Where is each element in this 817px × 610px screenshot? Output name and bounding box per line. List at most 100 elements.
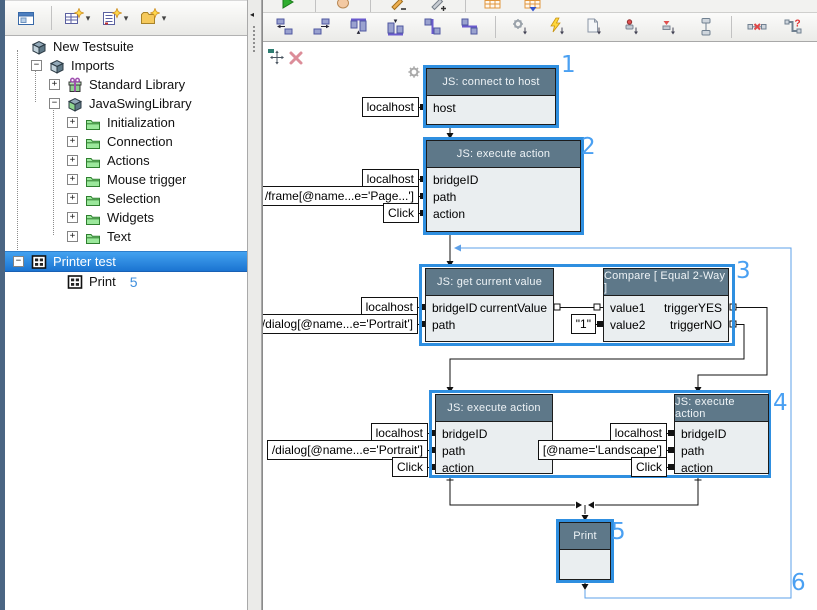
- port-triggerno[interactable]: triggerNO: [670, 317, 722, 334]
- input-value-box[interactable]: Click: [383, 203, 419, 223]
- expand-toggle-icon[interactable]: +: [49, 79, 60, 90]
- input-value-box[interactable]: localhost: [362, 97, 419, 117]
- port-bridgeid[interactable]: bridgeID: [433, 172, 478, 189]
- dropdown-caret-icon[interactable]: ▾: [124, 13, 129, 24]
- insert-gear-button[interactable]: [505, 14, 537, 40]
- folder-icon: [85, 134, 101, 150]
- tree-item-selection[interactable]: + Selection: [5, 189, 247, 208]
- node-js-connect-to-host[interactable]: JS: connect to host host: [426, 68, 556, 125]
- tree-item-javaswinglibrary[interactable]: −JavaSwingLibrary: [5, 94, 247, 113]
- expand-toggle-icon[interactable]: +: [67, 231, 78, 242]
- tree-item-widgets[interactable]: +Widgets: [5, 208, 247, 227]
- new-sequence-button[interactable]: ▾: [98, 4, 132, 32]
- input-value-box[interactable]: Click: [392, 457, 428, 477]
- insert-marker-button[interactable]: [653, 14, 685, 40]
- port-path[interactable]: path: [433, 189, 456, 206]
- toolbar-separator: [465, 0, 466, 13]
- port-value1[interactable]: value1: [610, 300, 645, 317]
- port-path[interactable]: path: [442, 443, 465, 460]
- splitter-grip: [253, 26, 257, 52]
- new-group-button[interactable]: ▾: [136, 4, 170, 32]
- align-bottom-button[interactable]: [380, 14, 412, 40]
- expand-toggle-icon[interactable]: +: [67, 174, 78, 185]
- tree-item-imports[interactable]: − Imports: [5, 56, 247, 75]
- workflow-canvas[interactable]: JS: connect to host host localhost 1 JS:…: [263, 42, 817, 610]
- table-button[interactable]: [476, 0, 510, 13]
- port-triggeryes[interactable]: triggerYES: [664, 300, 722, 317]
- port-action[interactable]: action: [433, 206, 465, 223]
- align-top-button[interactable]: [343, 14, 375, 40]
- edit-add-button[interactable]: [421, 0, 455, 13]
- align-left-button[interactable]: [269, 14, 301, 40]
- panel-splitter[interactable]: ◂: [247, 0, 262, 610]
- table-import-button[interactable]: [516, 0, 550, 13]
- expand-toggle-icon[interactable]: +: [67, 136, 78, 147]
- node-js-execute-action-4b[interactable]: JS: execute action bridgeID path action: [674, 394, 769, 474]
- node-title: JS: connect to host: [427, 69, 555, 96]
- node-compare-equal-2way[interactable]: Compare [ Equal 2-Way ] value1triggerYES…: [603, 268, 729, 342]
- tree-item-initialization[interactable]: +Initialization: [5, 113, 247, 132]
- hand-button[interactable]: [326, 0, 360, 13]
- port-action[interactable]: action: [681, 460, 713, 477]
- tree-item-label: Imports: [71, 58, 114, 73]
- expand-toggle-icon[interactable]: +: [67, 193, 78, 204]
- move-tool-icon[interactable]: [267, 48, 285, 71]
- tree-item-mouse-trigger[interactable]: +Mouse trigger: [5, 170, 247, 189]
- splitter-collapse-icon[interactable]: ◂: [250, 10, 254, 19]
- port-bridgeid[interactable]: bridgeID: [681, 426, 726, 443]
- edit-remove-button[interactable]: [381, 0, 415, 13]
- input-value-box[interactable]: /dialog[@name...e='Portrait']: [263, 314, 418, 334]
- port-value2[interactable]: value2: [610, 317, 645, 334]
- port-currentvalue[interactable]: currentValue: [480, 300, 547, 317]
- tree-item-printer-test[interactable]: −Printer test: [5, 251, 247, 272]
- expand-toggle-icon[interactable]: +: [67, 155, 78, 166]
- tree-item-print[interactable]: Print5: [5, 272, 247, 291]
- insert-page-button[interactable]: [579, 14, 611, 40]
- dropdown-caret-icon[interactable]: ▾: [86, 13, 91, 24]
- align-center-h-button[interactable]: [417, 14, 449, 40]
- port-bridgeid[interactable]: bridgeID: [442, 426, 487, 443]
- connection-help-button[interactable]: ?: [778, 14, 810, 40]
- tree-item-label: Selection: [107, 191, 160, 206]
- node-js-get-current-value[interactable]: JS: get current value bridgeIDcurrentVal…: [425, 268, 554, 342]
- node-print[interactable]: Print: [559, 522, 611, 580]
- folder-icon: [85, 115, 101, 131]
- tree-item-standard-library[interactable]: +Standard Library: [5, 75, 247, 94]
- align-right-button[interactable]: [306, 14, 338, 40]
- port-host[interactable]: host: [433, 100, 456, 117]
- expand-toggle-icon[interactable]: +: [67, 212, 78, 223]
- insert-flash-button[interactable]: [542, 14, 574, 40]
- tree-item-connection[interactable]: + Connection: [5, 132, 247, 151]
- tree-item-text[interactable]: +Text: [5, 227, 247, 246]
- main-toolbar: [263, 0, 817, 13]
- expand-toggle-icon[interactable]: +: [67, 117, 78, 128]
- collapse-toggle-icon[interactable]: −: [31, 60, 42, 71]
- port-action[interactable]: action: [442, 460, 474, 477]
- align-center-v-button[interactable]: [454, 14, 486, 40]
- tree-item-actions[interactable]: + Actions: [5, 151, 247, 170]
- gear-icon[interactable]: [406, 64, 422, 85]
- sequence-number-6: 6: [791, 570, 806, 596]
- tree-item-label: Connection: [107, 134, 173, 149]
- port-bridgeid[interactable]: bridgeID: [432, 300, 477, 317]
- node-js-execute-action-2[interactable]: JS: execute action bridgeID path action: [426, 140, 581, 232]
- tree-item-new-testsuite[interactable]: New Testsuite: [5, 37, 247, 56]
- input-value-box[interactable]: "1": [571, 314, 596, 334]
- node-title: JS: get current value: [426, 269, 553, 296]
- port-path[interactable]: path: [432, 317, 455, 334]
- port-path[interactable]: path: [681, 443, 704, 460]
- tree-item-label: Actions: [107, 153, 150, 168]
- collapse-toggle-icon[interactable]: −: [13, 256, 24, 267]
- insert-pin-button[interactable]: [616, 14, 648, 40]
- insert-connector-button[interactable]: [690, 14, 722, 40]
- new-testsuite-button[interactable]: [9, 4, 43, 32]
- delete-cross-icon[interactable]: [288, 50, 304, 71]
- dropdown-caret-icon[interactable]: ▾: [162, 13, 167, 24]
- node-js-execute-action-4a[interactable]: JS: execute action bridgeID path action: [435, 394, 553, 474]
- input-value-box[interactable]: Click: [631, 457, 667, 477]
- collapse-toggle-icon[interactable]: −: [49, 98, 60, 109]
- new-test-button[interactable]: ▾: [60, 4, 94, 32]
- run-button[interactable]: [271, 0, 305, 13]
- toolbar-separator: [51, 6, 52, 30]
- delete-connection-button[interactable]: [741, 14, 773, 40]
